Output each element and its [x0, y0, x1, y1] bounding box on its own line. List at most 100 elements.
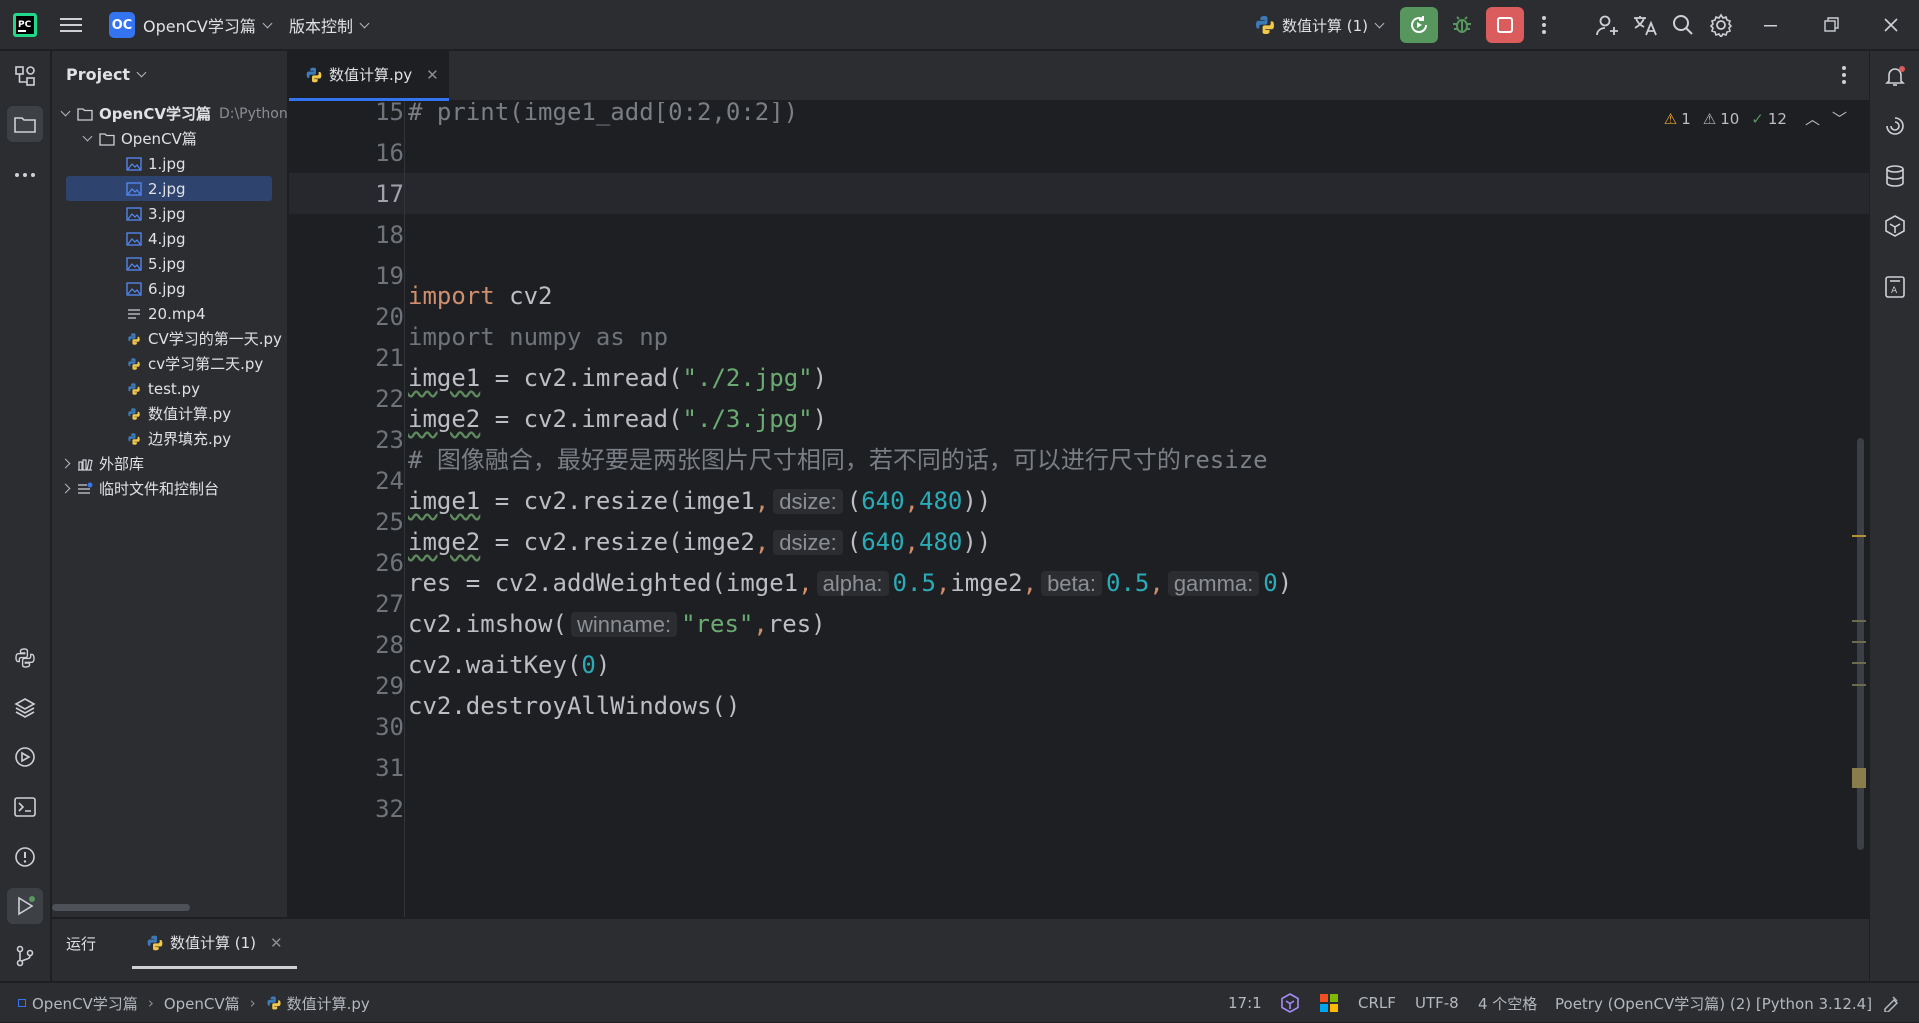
- problems-icon[interactable]: [7, 839, 43, 875]
- tab-close-icon[interactable]: ✕: [426, 66, 439, 84]
- tree-folder[interactable]: OpenCV篇: [52, 126, 288, 151]
- project-folder-icon[interactable]: [7, 106, 43, 142]
- module-icon: [18, 999, 26, 1007]
- debug-button[interactable]: [1443, 7, 1481, 43]
- file-encoding[interactable]: UTF-8: [1415, 983, 1459, 1023]
- tree-file-item[interactable]: 4.jpg: [52, 226, 288, 251]
- translator-panel-icon[interactable]: A: [1877, 269, 1913, 305]
- editor-vertical-scrollbar[interactable]: [1857, 438, 1864, 850]
- warning-stripe[interactable]: [1852, 535, 1866, 537]
- run-config-selector[interactable]: 数值计算 (1): [1254, 0, 1385, 50]
- pycharm-logo-icon[interactable]: PC: [12, 0, 38, 50]
- line-number: 32: [375, 795, 404, 823]
- tree-file-item[interactable]: 边界填充.py: [52, 426, 288, 451]
- rerun-button[interactable]: [1400, 7, 1438, 43]
- code-line-28: cv2.waitKey(0): [408, 651, 611, 679]
- scroll-thumb-marker[interactable]: [1852, 768, 1866, 788]
- cursor-position[interactable]: 17:1: [1228, 983, 1262, 1023]
- translate-icon[interactable]: [1632, 0, 1658, 50]
- project-switcher[interactable]: OC OpenCV学习篇: [109, 0, 273, 50]
- python-icon: [128, 332, 140, 345]
- database-icon[interactable]: [1877, 158, 1913, 194]
- code-line-25: imge2 = cv2.resize(imge2, dsize: (640,480)…: [408, 528, 992, 556]
- minimize-icon[interactable]: [1764, 0, 1778, 50]
- breadcrumb-item[interactable]: OpenCV篇: [164, 993, 240, 1014]
- line-number-gutter: 15 16 17 18 19 20 21 22 23 24 25 26 27 28 29 30 31 32: [289, 102, 404, 917]
- file-name: cv学习第二天.py: [148, 355, 264, 373]
- python-icon: [1256, 16, 1274, 34]
- tree-file-item[interactable]: cv学习第二天.py: [52, 351, 288, 376]
- close-icon[interactable]: [1883, 0, 1899, 50]
- run-tool-icon[interactable]: [7, 888, 43, 924]
- weak-warning-stripe[interactable]: [1852, 641, 1866, 643]
- breadcrumb-item[interactable]: OpenCV学习篇: [32, 993, 138, 1014]
- code-line-21: imge1 = cv2.imread("./2.jpg"): [408, 364, 828, 392]
- vcs-label: 版本控制: [289, 17, 354, 36]
- tab-active-file[interactable]: 数值计算.py ✕: [289, 51, 449, 101]
- project-badge: OC: [109, 12, 135, 38]
- notifications-bell-icon[interactable]: [1877, 58, 1913, 94]
- terminal-icon[interactable]: [7, 789, 43, 825]
- stop-button[interactable]: [1486, 7, 1524, 43]
- tree-file-item[interactable]: CV学习的第一天.py: [52, 326, 288, 351]
- git-branch-icon[interactable]: [7, 938, 43, 974]
- tab-options-icon[interactable]: [1841, 65, 1847, 89]
- run-tab-close-icon[interactable]: ✕: [270, 934, 283, 952]
- read-only-lock-icon[interactable]: [1882, 983, 1900, 1023]
- run-tab[interactable]: 数值计算 (1) ✕: [132, 919, 297, 969]
- line-separator[interactable]: CRLF: [1358, 983, 1396, 1023]
- tree-external-libs[interactable]: 外部库: [52, 451, 288, 476]
- services-icon[interactable]: [7, 739, 43, 775]
- more-tools-icon[interactable]: [7, 157, 43, 193]
- code-editor[interactable]: 15 16 17 18 19 20 21 22 23 24 25 26 27 28 29 30 31 32 # p…: [289, 102, 1869, 917]
- settings-gear-icon[interactable]: [1709, 0, 1733, 50]
- breadcrumb-item[interactable]: 数值计算.py: [287, 993, 370, 1014]
- code-line-22: imge2 = cv2.imread("./3.jpg"): [408, 405, 828, 433]
- line-number: 15: [375, 102, 404, 126]
- copilot-status-icon[interactable]: [1280, 983, 1300, 1023]
- file-name: 数值计算.py: [148, 405, 232, 423]
- add-user-icon[interactable]: [1596, 0, 1620, 50]
- tree-file-item[interactable]: 3.jpg: [52, 201, 288, 226]
- text-file-icon: [128, 308, 140, 319]
- layers-icon[interactable]: [7, 690, 43, 726]
- tree-root[interactable]: OpenCV学习篇 D:\Python: [52, 101, 288, 126]
- weak-warning-stripe[interactable]: [1852, 684, 1866, 686]
- tree-file-item[interactable]: test.py: [52, 376, 288, 401]
- tree-scratches[interactable]: 临时文件和控制台: [52, 476, 288, 501]
- code-line-27: cv2.imshow(winname: "res",res): [408, 610, 826, 638]
- python-console-icon[interactable]: [7, 640, 43, 676]
- code-line-19: import cv2: [408, 282, 553, 310]
- search-icon[interactable]: [1672, 0, 1694, 50]
- inspection-widget[interactable]: ⚠ 1 ⚠ 10 ✓ 12 ︿ ﹀: [1664, 108, 1847, 129]
- indent-setting[interactable]: 4 个空格: [1478, 983, 1537, 1023]
- tree-file-item[interactable]: 2.jpg: [66, 176, 272, 201]
- line-number: 30: [375, 713, 404, 741]
- project-panel-title[interactable]: Project: [66, 65, 147, 84]
- horizontal-scrollbar[interactable]: [52, 904, 190, 911]
- run-config-label: 数值计算 (1): [1282, 16, 1369, 35]
- file-name: 20.mp4: [148, 304, 206, 323]
- main-menu-icon[interactable]: [60, 0, 82, 50]
- tree-file-item[interactable]: 6.jpg: [52, 276, 288, 301]
- warning-icon: ⚠: [1663, 109, 1678, 128]
- copilot-icon[interactable]: [1877, 208, 1913, 244]
- more-actions-icon[interactable]: [1541, 0, 1547, 50]
- python-interpreter[interactable]: Poetry (OpenCV学习篇) (2) [Python 3.12.4]: [1555, 983, 1872, 1023]
- image-file-icon: [126, 256, 142, 271]
- ai-assistant-icon[interactable]: [1877, 108, 1913, 144]
- restore-icon[interactable]: [1824, 0, 1840, 50]
- windows-icon[interactable]: [1320, 983, 1338, 1023]
- weak-warning-stripe[interactable]: [1852, 620, 1866, 622]
- chevron-down-icon[interactable]: ﹀: [1832, 108, 1847, 129]
- tree-file-item[interactable]: 5.jpg: [52, 251, 288, 276]
- line-number: 31: [375, 754, 404, 782]
- chevron-up-icon[interactable]: ︿: [1805, 108, 1820, 129]
- structure-icon[interactable]: [7, 58, 43, 94]
- image-file-icon: [126, 206, 142, 221]
- weak-warning-stripe[interactable]: [1852, 662, 1866, 664]
- tree-file-item[interactable]: 数值计算.py: [52, 401, 288, 426]
- vcs-menu[interactable]: 版本控制: [289, 0, 370, 50]
- tree-file-item[interactable]: 20.mp4: [52, 301, 288, 326]
- tree-file-item[interactable]: 1.jpg: [52, 151, 288, 176]
